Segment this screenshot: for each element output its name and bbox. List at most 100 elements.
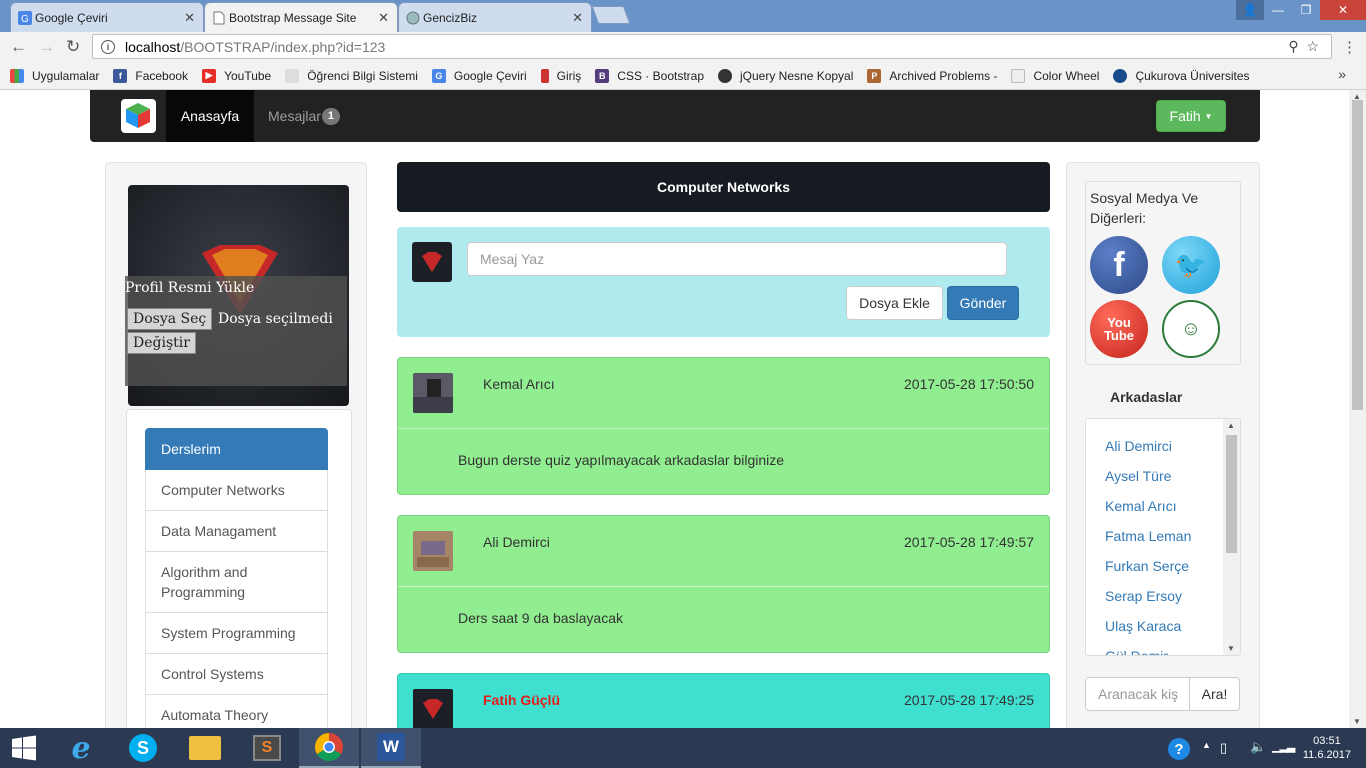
bookmark-apps[interactable]: Uygulamalar — [10, 68, 100, 83]
profile-icon[interactable]: 👤 — [1236, 0, 1264, 20]
taskbar-file-explorer[interactable] — [175, 728, 235, 768]
bookmark-obs[interactable]: Öğrenci Bilgi Sistemi — [285, 68, 418, 83]
user-dropdown-button[interactable]: Fatih ▼ — [1156, 100, 1226, 132]
battery-icon[interactable]: ▯ — [1220, 740, 1227, 756]
courses-header[interactable]: Derslerim — [145, 428, 328, 470]
folder-icon — [189, 736, 221, 760]
page-scrollbar[interactable]: ▲ ▼ — [1349, 90, 1366, 728]
bookmark-youtube[interactable]: ▶ YouTube — [202, 68, 271, 83]
bookmark-archived-problems[interactable]: P Archived Problems - — [867, 68, 997, 83]
page-icon — [213, 11, 225, 25]
course-item[interactable]: System Programming — [145, 613, 328, 654]
browser-menu-icon[interactable]: ⋮ — [1342, 38, 1357, 56]
tab-label: GencizBiz — [423, 10, 478, 25]
friend-search-button[interactable]: Ara! — [1189, 677, 1240, 711]
friends-header: Arkadaslar — [1110, 389, 1183, 405]
course-item[interactable]: Computer Networks — [145, 470, 328, 511]
scroll-up-icon[interactable]: ▲ — [1227, 421, 1235, 430]
profile-upload-form: Profil Resmi Yükle Dosya Seç Dosya seçil… — [125, 276, 347, 386]
info-icon[interactable]: i — [101, 39, 115, 54]
bookmark-color-wheel[interactable]: Color Wheel — [1011, 68, 1099, 83]
start-button[interactable] — [0, 728, 48, 768]
bookmark-google-translate[interactable]: G Google Çeviri — [431, 68, 527, 83]
cukurova-university-icon[interactable]: ☺ — [1162, 300, 1220, 358]
send-button[interactable]: Gönder — [947, 286, 1019, 320]
windows-icon — [12, 735, 36, 761]
sublime-text-icon: S — [253, 735, 281, 761]
taskbar-skype[interactable]: S — [113, 728, 173, 768]
close-tab-icon[interactable]: ✕ — [378, 10, 389, 26]
upload-title: Profil Resmi Yükle — [125, 280, 255, 296]
course-item[interactable]: Data Managament — [145, 511, 328, 552]
more-bookmarks-icon[interactable]: » — [1338, 66, 1346, 82]
bookmark-label: Öğrenci Bilgi Sistemi — [307, 68, 418, 83]
address-bar[interactable]: i localhost/BOOTSTRAP/index.php?id=123 ⚲… — [92, 34, 1332, 59]
back-icon[interactable]: ← — [10, 38, 27, 56]
friend-item[interactable]: Fatma Leman — [1105, 528, 1191, 544]
site-logo[interactable] — [121, 99, 156, 133]
scroll-down-icon[interactable]: ▼ — [1353, 717, 1361, 726]
close-tab-icon[interactable]: ✕ — [184, 10, 195, 26]
bookmark-facebook[interactable]: f Facebook — [113, 68, 188, 83]
pe-icon: P — [867, 68, 882, 83]
taskbar-word[interactable]: W — [361, 728, 421, 768]
friend-item[interactable]: Serap Ersoy — [1105, 588, 1182, 604]
site-navbar: Anasayfa Mesajlar 1 Fatih ▼ — [90, 90, 1260, 142]
courses-panel: Derslerim Computer Networks Data Managam… — [126, 409, 352, 728]
friend-item[interactable]: Kemal Arıcı — [1105, 498, 1177, 514]
scrollbar-thumb[interactable] — [1352, 100, 1363, 410]
choose-file-button[interactable]: Dosya Seç — [127, 308, 213, 330]
friend-item[interactable]: Gül Demir — [1105, 648, 1168, 655]
friend-item[interactable]: Ali Demirci — [1105, 438, 1172, 454]
close-tab-icon[interactable]: ✕ — [572, 10, 583, 26]
nav-messages[interactable]: Mesajlar 1 — [268, 90, 340, 142]
reload-icon[interactable]: ↻ — [66, 38, 80, 56]
bookmark-star-icon[interactable]: ⚲ ☆ — [1288, 38, 1319, 55]
bookmark-cukurova[interactable]: Çukurova Üniversites — [1113, 68, 1250, 83]
course-item[interactable]: Control Systems — [145, 654, 328, 695]
attach-file-button[interactable]: Dosya Ekle — [846, 286, 943, 320]
friends-scrollbar[interactable]: ▲ ▼ — [1223, 419, 1240, 655]
new-tab-button[interactable] — [591, 6, 631, 24]
tab-google-translate[interactable]: G Google Çeviri ✕ — [10, 2, 204, 32]
social-title: Sosyal Medya Ve Diğerleri: — [1090, 190, 1199, 226]
change-button[interactable]: Değiştir — [127, 332, 196, 354]
bookmark-label: Uygulamalar — [32, 68, 100, 83]
twitter-icon[interactable]: 🐦 — [1162, 236, 1220, 294]
bookmark-css-bootstrap[interactable]: B CSS · Bootstrap — [595, 68, 704, 83]
taskbar-internet-explorer[interactable]: e — [51, 728, 111, 768]
volume-icon[interactable]: 🔈 — [1250, 739, 1266, 755]
taskbar-sublime-text[interactable]: S — [237, 728, 297, 768]
chevron-up-icon[interactable]: ▲ — [1202, 740, 1211, 750]
minimize-button[interactable]: — — [1264, 0, 1292, 20]
friend-item[interactable]: Aysel Türe — [1105, 468, 1171, 484]
facebook-icon[interactable]: f — [1090, 236, 1148, 294]
friend-search-input[interactable]: Aranacak kiş — [1085, 677, 1190, 711]
bookmark-jquery[interactable]: jQuery Nesne Kopyal — [718, 68, 853, 83]
tab-gencizbiz[interactable]: GencizBiz ✕ — [398, 2, 592, 32]
friend-item[interactable]: Furkan Serçe — [1105, 558, 1189, 574]
taskbar-clock[interactable]: 03:51 11.6.2017 — [1303, 734, 1351, 762]
taskbar-chrome[interactable] — [299, 728, 359, 768]
facebook-icon: f — [113, 68, 128, 83]
course-item[interactable]: Automata Theory — [145, 695, 328, 728]
forward-icon[interactable]: → — [38, 38, 55, 56]
course-item[interactable]: Algorithm and Programming — [145, 552, 328, 613]
help-icon[interactable]: ? — [1168, 738, 1190, 760]
message-input[interactable]: Mesaj Yaz — [467, 242, 1007, 276]
post-divider — [398, 586, 1049, 587]
tab-bootstrap-message-site[interactable]: Bootstrap Message Site ✕ — [204, 2, 398, 32]
close-window-button[interactable]: ✕ — [1320, 0, 1366, 20]
courses-list: Derslerim Computer Networks Data Managam… — [145, 428, 328, 728]
user-name: Fatih — [1169, 108, 1201, 124]
bookmark-giris[interactable]: Giriş — [540, 68, 582, 83]
friend-item[interactable]: Ulaş Karaca — [1105, 618, 1181, 634]
scrollbar-thumb[interactable] — [1226, 435, 1237, 553]
maximize-button[interactable]: ❐ — [1292, 0, 1320, 20]
signal-icon[interactable]: ▁▂▃ — [1272, 740, 1295, 753]
nav-home[interactable]: Anasayfa — [166, 90, 254, 142]
scroll-down-icon[interactable]: ▼ — [1227, 644, 1235, 653]
bookmark-label: Giriş — [556, 68, 582, 83]
logo-icon — [126, 103, 150, 128]
youtube-icon[interactable]: You Tube — [1090, 300, 1148, 358]
